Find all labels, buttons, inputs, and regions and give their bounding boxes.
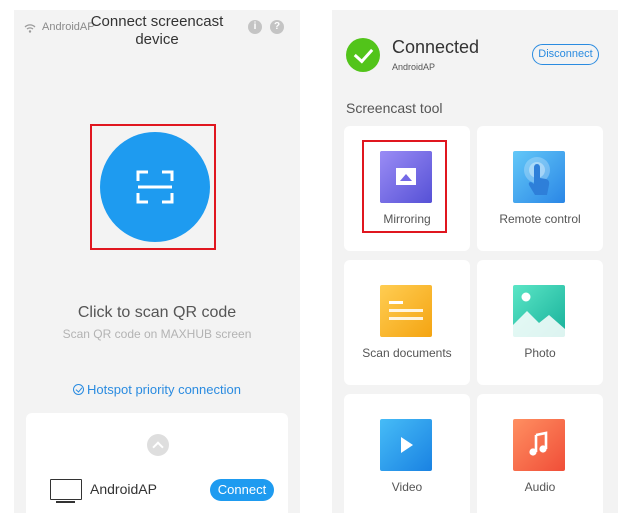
tool-scan-documents[interactable]: Scan documents [344, 260, 470, 385]
tool-label: Video [391, 480, 423, 494]
tv-icon [50, 479, 82, 503]
chevron-up-icon[interactable] [147, 434, 169, 456]
hotspot-link-label: Hotspot priority connection [87, 382, 241, 397]
help-icon[interactable]: ? [270, 20, 284, 34]
disconnect-button[interactable]: Disconnect [532, 44, 599, 65]
photo-icon [513, 285, 565, 337]
tool-photo[interactable]: Photo [477, 260, 603, 385]
connected-check-icon [346, 38, 380, 72]
scan-subtitle: Scan QR code on MAXHUB screen [62, 327, 252, 341]
audio-icon [513, 419, 565, 471]
connect-screen: AndroidAP Connect screencast device i ? … [14, 10, 300, 513]
page-title: Connect screencast device [90, 13, 224, 48]
scan-documents-icon [380, 285, 432, 337]
scan-qr-button[interactable] [100, 132, 210, 242]
tool-label: Audio [524, 480, 556, 494]
mirroring-highlight [362, 140, 447, 233]
connect-button[interactable]: Connect [210, 479, 274, 501]
device-name: AndroidAP [90, 481, 157, 497]
video-icon [380, 419, 432, 471]
screencast-tools-screen: Connected AndroidAP Disconnect Screencas… [332, 10, 618, 513]
check-circle-icon [73, 384, 85, 395]
section-title: Screencast tool [346, 100, 443, 116]
tool-label: Scan documents [362, 346, 452, 360]
hotspot-priority-link[interactable]: Hotspot priority connection [14, 382, 300, 397]
connection-status: Connected [392, 37, 480, 57]
wifi-icon [24, 24, 36, 33]
remote-control-icon [513, 151, 565, 203]
screenshot-page: AndroidAP Connect screencast device i ? … [0, 0, 618, 513]
device-card: AndroidAP Connect [26, 413, 288, 513]
scan-title: Click to scan QR code [77, 304, 237, 321]
tool-label: Photo [524, 346, 556, 360]
info-icon[interactable]: i [248, 20, 262, 34]
tool-label: Remote control [499, 212, 581, 226]
connected-network: AndroidAP [392, 62, 436, 72]
scan-icon [136, 170, 174, 204]
tool-video[interactable]: Video [344, 394, 470, 513]
tool-remote-control[interactable]: Remote control [477, 126, 603, 251]
tool-audio[interactable]: Audio [477, 394, 603, 513]
header-bar: AndroidAP Connect screencast device i ? [14, 10, 300, 54]
